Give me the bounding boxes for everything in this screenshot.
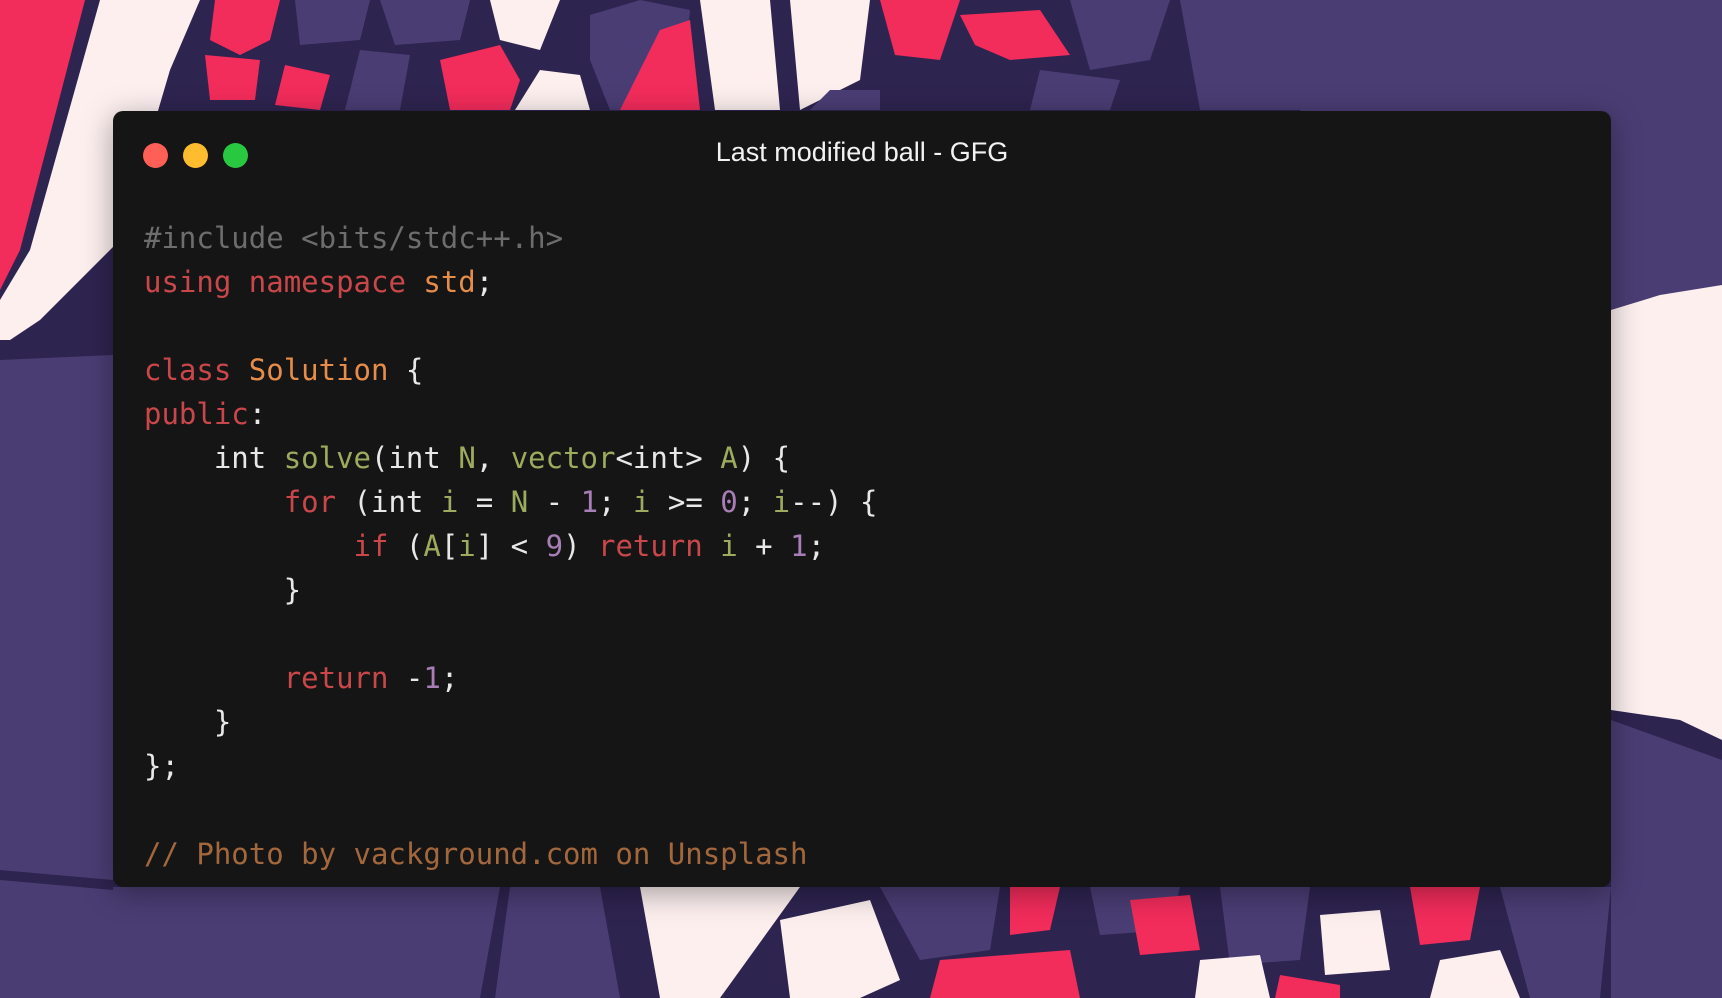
code-token: <int>: [615, 441, 721, 475]
code-token: return: [598, 529, 703, 563]
code-token: (int: [336, 485, 441, 519]
code-token: ;: [807, 529, 826, 563]
code-token: ): [563, 529, 598, 563]
code-token: ;: [440, 661, 459, 695]
code-token: (int: [371, 441, 459, 475]
code-token: [: [440, 529, 459, 563]
code-line: // Photo by vackground.com on Unsplash: [144, 832, 877, 876]
code-token: return: [283, 661, 389, 695]
code-token: };: [144, 749, 179, 783]
code-line: class Solution {: [144, 348, 877, 392]
code-token: (: [388, 529, 424, 563]
code-line: #include <bits/stdc++.h>: [144, 216, 877, 260]
code-token: i: [772, 485, 791, 519]
code-token: solve: [283, 441, 371, 475]
code-token: namespace: [248, 265, 406, 299]
code-token: using: [144, 265, 232, 299]
code-token: int: [144, 441, 284, 475]
code-token: ;: [737, 485, 773, 519]
window-title: Last modified ball - GFG: [715, 137, 1009, 167]
code-token: vector: [510, 441, 616, 475]
code-token: Solution: [248, 353, 389, 387]
code-token: ) {: [737, 441, 791, 475]
code-token: }: [144, 573, 302, 607]
code-token: -: [388, 661, 424, 695]
window-titlebar: Last modified ball - GFG: [113, 111, 1611, 197]
code-token: A: [720, 441, 738, 475]
code-token: for: [283, 485, 337, 519]
code-token: >=: [650, 485, 721, 519]
code-token: 9: [545, 529, 564, 563]
code-line: for (int i = N - 1; i >= 0; i--) {: [144, 480, 878, 524]
code-token: ;: [598, 485, 633, 519]
code-token: 1: [423, 661, 441, 695]
code-line: };: [144, 744, 877, 788]
code-token: :: [248, 397, 267, 431]
code-line: int solve(int N, vector<int> A) {: [144, 436, 877, 480]
code-token: ] <: [475, 529, 546, 563]
code-block: #include <bits/stdc++.h> using namespace …: [144, 216, 877, 876]
code-line: }: [144, 700, 877, 744]
code-token: =: [458, 485, 511, 519]
code-token: --) {: [790, 485, 878, 519]
code-token: 1: [790, 529, 808, 563]
code-line: if (A[i] < 9) return i + 1;: [144, 524, 877, 568]
code-token: -: [528, 485, 581, 519]
code-token: i: [720, 529, 738, 563]
code-token: ,: [475, 441, 511, 475]
code-token: i: [632, 485, 651, 519]
code-token: // Photo by vackground.com on Unsplash: [144, 837, 808, 871]
code-line: }: [144, 568, 877, 612]
code-token: public: [144, 397, 249, 431]
code-token: std: [423, 265, 476, 299]
code-token: class: [144, 353, 232, 387]
code-line: using namespace std;: [144, 260, 877, 304]
code-token: N: [510, 485, 529, 519]
code-window: Last modified ball - GFG #include <bits/…: [113, 111, 1611, 887]
code-token: A: [423, 529, 441, 563]
code-token: if: [353, 529, 389, 563]
code-token: #include <bits/stdc++.h>: [144, 221, 564, 255]
code-token: 1: [580, 485, 599, 519]
code-token: }: [144, 705, 232, 739]
code-line: public:: [144, 392, 877, 436]
code-token: i: [440, 485, 459, 519]
code-token: +: [737, 529, 791, 563]
code-token: N: [458, 441, 476, 475]
code-token: i: [458, 529, 476, 563]
code-token: 0: [720, 485, 738, 519]
code-token: {: [388, 353, 424, 387]
code-token: ;: [475, 265, 494, 299]
code-line: return -1;: [144, 656, 877, 700]
